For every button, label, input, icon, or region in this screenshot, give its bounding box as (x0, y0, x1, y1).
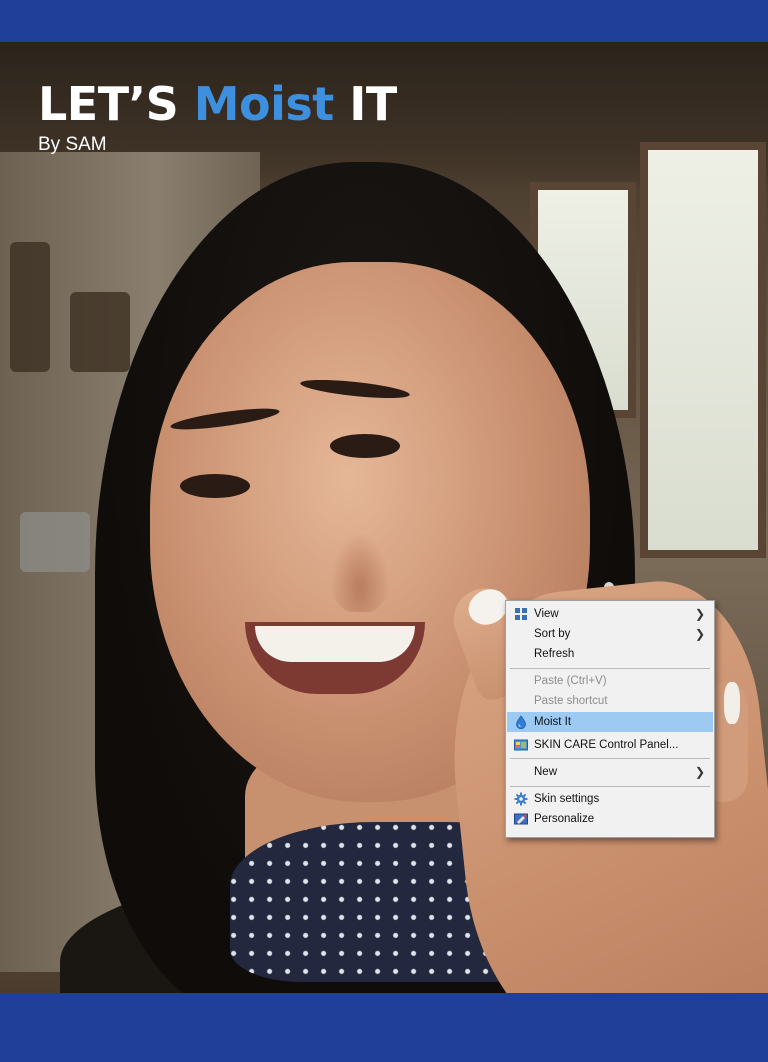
shelf-item (10, 242, 50, 372)
right-eye (330, 434, 400, 458)
menu-item-label: Paste shortcut (534, 695, 608, 707)
submenu-arrow-icon: ❯ (694, 765, 705, 779)
poster-title: LET’S Moist IT (38, 78, 397, 130)
menu-item-refresh[interactable]: Refresh (507, 644, 713, 664)
menu-separator (510, 786, 710, 787)
menu-item-personalize[interactable]: Personalize (507, 809, 713, 829)
water-drop-icon (514, 715, 528, 730)
nose (330, 532, 390, 612)
title-suffix: IT (333, 77, 397, 131)
menu-item-skin-settings[interactable]: Skin settings (507, 789, 713, 809)
title-prefix: LET’S (38, 77, 194, 131)
photo (0, 42, 768, 993)
menu-item-label: View (534, 608, 559, 620)
menu-item-label: Moist It (534, 716, 572, 728)
menu-item-new[interactable]: New ❯ (507, 762, 713, 782)
menu-item-view[interactable]: View ❯ (507, 604, 713, 624)
menu-item-label: Sort by (534, 628, 571, 640)
personalize-icon (514, 812, 528, 826)
thumb-nail (724, 682, 740, 724)
control-panel-icon (514, 738, 528, 752)
menu-item-moist-it[interactable]: Moist It (507, 712, 713, 732)
menu-item-label: Skin settings (534, 793, 600, 805)
menu-item-paste[interactable]: Paste (Ctrl+V) (507, 671, 713, 691)
submenu-arrow-icon: ❯ (694, 627, 705, 641)
gear-icon (514, 792, 528, 806)
menu-item-label: New (534, 766, 558, 778)
window (640, 142, 766, 558)
teeth (255, 626, 415, 662)
view-grid-icon (514, 607, 528, 621)
menu-item-paste-shortcut[interactable]: Paste shortcut (507, 691, 713, 711)
bottom-band (0, 993, 768, 1062)
menu-separator (510, 668, 710, 669)
menu-item-label: SKIN CARE Control Panel... (534, 739, 679, 751)
context-menu: View ❯ Sort by ❯ Refresh Paste (Ctrl+V) … (505, 600, 715, 838)
menu-item-label: Paste (Ctrl+V) (534, 675, 607, 687)
shelf-item (70, 292, 130, 372)
menu-separator (510, 758, 710, 759)
menu-item-sort-by[interactable]: Sort by ❯ (507, 624, 713, 644)
submenu-arrow-icon: ❯ (694, 607, 705, 621)
menu-item-skin-care-control-panel[interactable]: SKIN CARE Control Panel... (507, 735, 713, 755)
left-eye (180, 474, 250, 498)
title-accent: Moist (193, 77, 335, 131)
byline: By SAM (38, 134, 107, 155)
top-band (0, 0, 768, 42)
menu-item-label: Personalize (534, 813, 595, 825)
menu-item-label: Refresh (534, 648, 575, 660)
shelf-item (20, 512, 90, 572)
